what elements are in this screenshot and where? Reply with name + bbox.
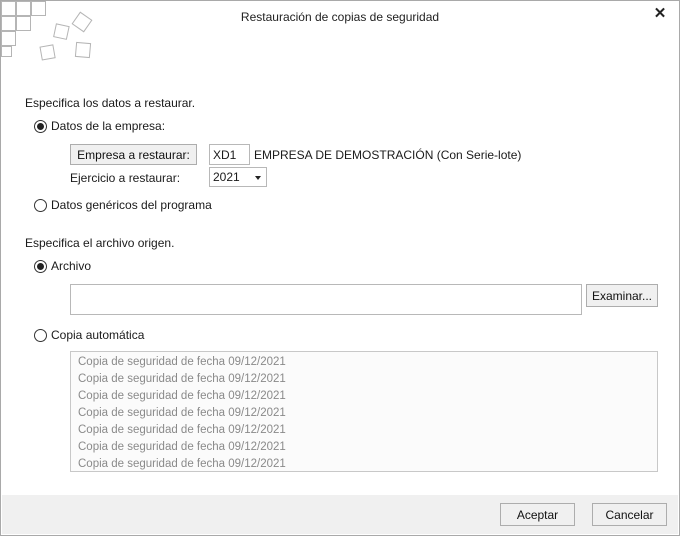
company-select-button[interactable]: Empresa a restaurar:: [70, 144, 197, 165]
chevron-down-icon[interactable]: [255, 176, 261, 180]
list-item[interactable]: Copia de seguridad de fecha 09/12/2021: [71, 371, 657, 388]
radio-auto-label: Copia automática: [51, 328, 145, 342]
list-item[interactable]: Copia de seguridad de fecha 09/12/2021: [71, 439, 657, 456]
list-item[interactable]: Copia de seguridad de fecha 09/12/2021: [71, 456, 657, 473]
radio-unchecked-icon[interactable]: [34, 328, 47, 342]
radio-company-label: Datos de la empresa:: [51, 119, 166, 133]
accept-button[interactable]: Aceptar: [500, 503, 575, 526]
browse-button[interactable]: Examinar...: [586, 284, 658, 307]
list-item[interactable]: Copia de seguridad de fecha 09/12/2021: [71, 405, 657, 422]
source-section-heading: Especifica el archivo origen.: [25, 236, 175, 250]
radio-checked-icon[interactable]: [34, 259, 47, 273]
list-item[interactable]: Copia de seguridad de fecha 09/12/2021: [71, 354, 657, 371]
file-path-input[interactable]: [70, 284, 582, 315]
dialog-footer: Aceptar Cancelar: [2, 495, 678, 534]
radio-generic-label: Datos genéricos del programa: [51, 198, 212, 212]
radio-company-data[interactable]: Datos de la empresa:: [34, 119, 165, 133]
dialog-title: Restauración de copias de seguridad: [240, 10, 440, 24]
company-code-field[interactable]: XD1: [209, 144, 250, 165]
company-name: EMPRESA DE DEMOSTRACIÓN (Con Serie-lote): [254, 148, 522, 162]
radio-unchecked-icon[interactable]: [34, 198, 47, 212]
radio-auto-copy[interactable]: Copia automática: [34, 328, 144, 342]
year-value: 2021: [213, 170, 240, 184]
radio-checked-icon[interactable]: [34, 119, 47, 133]
cancel-button[interactable]: Cancelar: [592, 503, 667, 526]
radio-file-label: Archivo: [51, 259, 92, 273]
backup-list[interactable]: Copia de seguridad de fecha 09/12/2021 C…: [70, 351, 658, 472]
data-section-heading: Especifica los datos a restaurar.: [25, 96, 196, 110]
year-label: Ejercicio a restaurar:: [70, 171, 181, 185]
radio-file[interactable]: Archivo: [34, 259, 91, 273]
year-select[interactable]: 2021: [209, 167, 267, 187]
close-icon[interactable]: ✕: [649, 4, 671, 24]
radio-generic-data[interactable]: Datos genéricos del programa: [34, 198, 212, 212]
list-item[interactable]: Copia de seguridad de fecha 09/12/2021: [71, 422, 657, 439]
list-item[interactable]: Copia de seguridad de fecha 09/12/2021: [71, 388, 657, 405]
restore-dialog: Restauración de copias de seguridad ✕ Es…: [0, 0, 680, 536]
